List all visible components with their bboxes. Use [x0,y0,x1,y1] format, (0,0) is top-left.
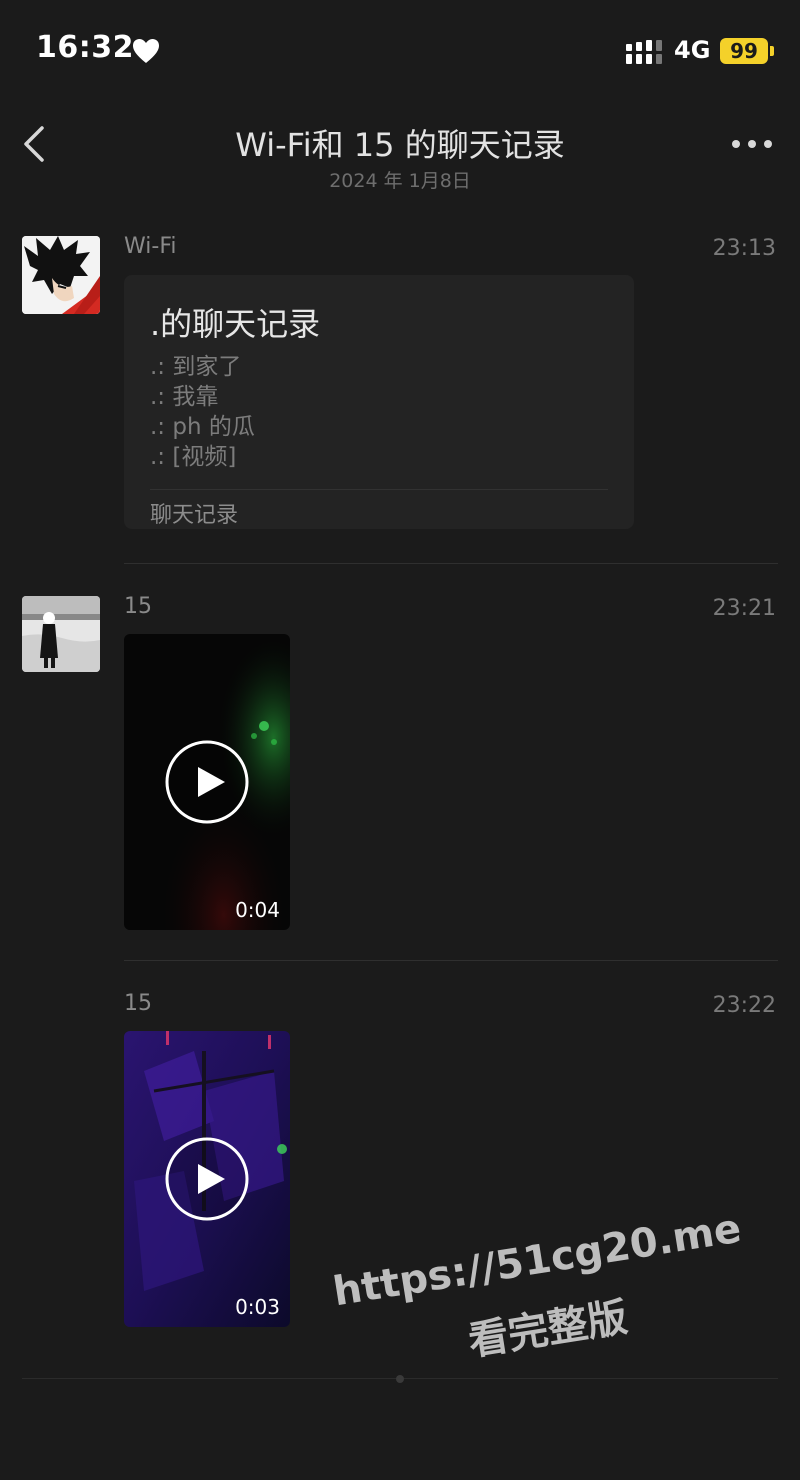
heart-icon [133,39,159,63]
avatar-wifi[interactable] [22,236,100,314]
chat-record-footer: 聊天记录 [150,503,239,528]
status-bar: 16:32 4G 99 [0,0,800,100]
avatar-15[interactable] [22,596,100,672]
avatar-image [22,236,100,314]
more-icon[interactable] [728,130,776,158]
chat-record-line: .: [视频] [150,444,237,470]
message-time: 23:21 [712,596,776,621]
message-divider [124,960,778,961]
message-divider [124,563,778,564]
message-time: 23:22 [712,993,776,1018]
chat-record-line: .: 到家了 [150,354,242,380]
watermark: https://51cg20.me 看完整版 [330,1206,745,1398]
sender-name: Wi-Fi [124,234,177,259]
message-time: 23:13 [712,236,776,261]
video-message[interactable]: 0:03 [124,1031,290,1327]
play-icon[interactable] [165,740,249,824]
chat-record-card[interactable]: .的聊天记录 .: 到家了 .: 我靠 .: ph 的瓜 .: [视频] 聊天记… [124,275,634,529]
battery-indicator: 99 [720,38,768,64]
chat-record-line: .: ph 的瓜 [150,414,255,440]
video-duration: 0:03 [235,1295,280,1319]
sender-name: 15 [124,991,152,1016]
network-type: 4G [674,36,711,64]
chat-record-title: .的聊天记录 [150,305,321,343]
back-chevron-icon[interactable] [18,122,54,166]
avatar-image [22,596,100,672]
chat-record-line: .: 我靠 [150,384,219,410]
signal-icon [626,40,662,64]
status-time: 16:32 [36,30,134,65]
watermark-text: 看完整版 [465,1294,631,1365]
page-title: Wi-Fi和 15 的聊天记录 [235,126,565,164]
battery-tip [770,46,774,56]
video-message[interactable]: 0:04 [124,634,290,930]
bottom-dot [396,1375,404,1383]
chat-record-divider [150,489,608,490]
play-icon[interactable] [165,1137,249,1221]
video-duration: 0:04 [235,898,280,922]
sender-name: 15 [124,594,152,619]
page-subtitle-date: 2024 年 1月8日 [329,170,471,192]
